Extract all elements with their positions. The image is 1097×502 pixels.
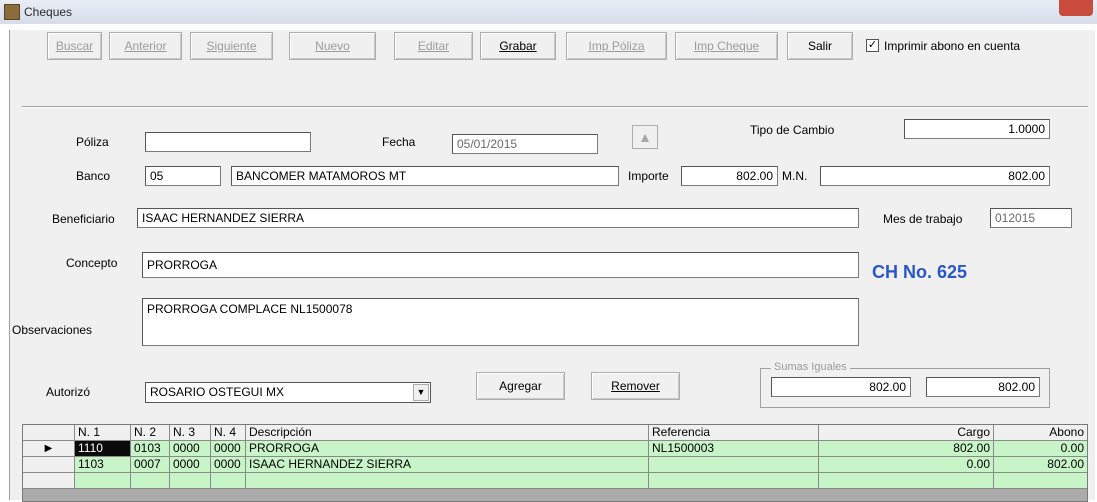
cell-n2[interactable]: 0007 [131,457,170,473]
toolbar-separator [22,106,1088,108]
banco-name-field[interactable]: BANCOMER MATAMOROS MT [231,166,619,186]
left-edge [0,30,9,502]
cell-empty[interactable] [994,473,1087,489]
beneficiario-field[interactable]: ISAAC HERNANDEZ SIERRA [137,208,859,228]
column-header[interactable]: Cargo [819,425,994,441]
buscar-button[interactable]: Buscar [47,32,102,60]
cell-empty[interactable] [649,473,819,489]
column-header[interactable]: Abono [994,425,1087,441]
remover-button[interactable]: Remover [591,372,680,400]
cell-n3[interactable]: 0000 [170,441,211,457]
tipo-cambio-label: Tipo de Cambio [750,123,835,137]
column-header[interactable]: N. 4 [211,425,246,441]
cell-n1[interactable]: 1103 [75,457,131,473]
cell-n4[interactable]: 0000 [211,457,246,473]
observaciones-field[interactable]: PRORROGA COMPLACE NL1500078 [142,298,859,346]
poliza-label: Póliza [76,135,109,149]
sumas-iguales-label: Sumas Iguales [771,361,850,373]
cell-abono[interactable]: 0.00 [994,441,1087,457]
column-header[interactable]: Referencia [649,425,819,441]
column-header[interactable]: Descripción [246,425,649,441]
imprimir-abono-checkbox[interactable]: ✓ [866,39,879,52]
agregar-button[interactable]: Agregar [476,372,565,400]
fecha-label: Fecha [382,135,416,149]
importe-field[interactable]: 802.00 [681,166,778,186]
cell-empty[interactable] [819,473,994,489]
mes-trabajo-label: Mes de trabajo [883,212,963,226]
anterior-button[interactable]: Anterior [109,32,182,60]
salir-button[interactable]: Salir [787,32,853,60]
close-icon[interactable] [1059,0,1093,16]
banco-code-field[interactable]: 05 [145,166,221,186]
row-indicator [23,457,75,473]
grabar-button[interactable]: Grabar [480,32,556,60]
autorizo-select[interactable]: ROSARIO OSTEGUI MX ▼ [145,382,431,403]
column-header[interactable]: N. 3 [170,425,211,441]
chevron-down-icon[interactable]: ▼ [413,384,429,401]
cell-empty[interactable] [211,473,246,489]
observaciones-label: Observaciones [12,323,93,337]
cell-cargo[interactable]: 802.00 [819,441,994,457]
suma-cargo-field[interactable]: 802.00 [771,377,911,397]
fecha-field[interactable]: 05/01/2015 [452,134,598,154]
banco-label: Banco [76,169,111,183]
header-corner [23,425,75,441]
cell-referencia[interactable]: NL1500003 [649,441,819,457]
cell-n4[interactable]: 0000 [211,441,246,457]
cell-empty[interactable] [75,473,131,489]
mn-field[interactable]: 802.00 [820,166,1050,186]
warning-icon[interactable]: ▲ [632,125,658,149]
cell-empty[interactable] [170,473,211,489]
suma-abono-field[interactable]: 802.00 [926,377,1040,397]
cell-abono[interactable]: 802.00 [994,457,1087,473]
imprimir-abono-label: Imprimir abono en cuenta [884,39,1021,53]
cell-referencia[interactable] [649,457,819,473]
autorizo-value: ROSARIO OSTEGUI MX [150,385,285,399]
poliza-field[interactable] [145,132,311,152]
mes-trabajo-field[interactable]: 012015 [990,208,1072,228]
cell-n2[interactable]: 0103 [131,441,170,457]
cell-n1[interactable]: 1110 [75,441,131,457]
editar-button[interactable]: Editar [394,32,473,60]
tipo-cambio-field[interactable]: 1.0000 [904,119,1050,139]
beneficiario-label: Beneficiario [52,212,115,226]
autorizo-label: Autorizó [46,385,91,399]
concepto-field[interactable]: PRORROGA [142,252,859,278]
nuevo-button[interactable]: Nuevo [289,32,376,60]
cell-descripcion[interactable]: PRORROGA [246,441,649,457]
row-pointer-icon: ▶ [23,441,75,457]
window-title: Cheques [24,5,73,19]
column-header[interactable]: N. 2 [131,425,170,441]
siguiente-button[interactable]: Siguiente [190,32,273,60]
mn-label: M.N. [782,169,808,183]
cell-cargo[interactable]: 0.00 [819,457,994,473]
cheque-number: CH No. 625 [872,262,968,282]
cell-empty[interactable] [131,473,170,489]
cell-empty[interactable] [246,473,649,489]
column-header[interactable]: N. 1 [75,425,131,441]
polizas-grid[interactable]: N. 1 N. 2 N. 3 N. 4 Descripción Referenc… [22,424,1088,502]
title-bar: Cheques [0,0,1097,24]
imp-cheque-button[interactable]: Imp Cheque [675,32,778,60]
cell-n3[interactable]: 0000 [170,457,211,473]
imp-poliza-button[interactable]: Imp Póliza [566,32,667,60]
cell-descripcion[interactable]: ISAAC HERNANDEZ SIERRA [246,457,649,473]
app-icon [4,4,20,20]
row-indicator [23,473,75,489]
importe-label: Importe [628,169,669,183]
concepto-label: Concepto [66,256,118,270]
